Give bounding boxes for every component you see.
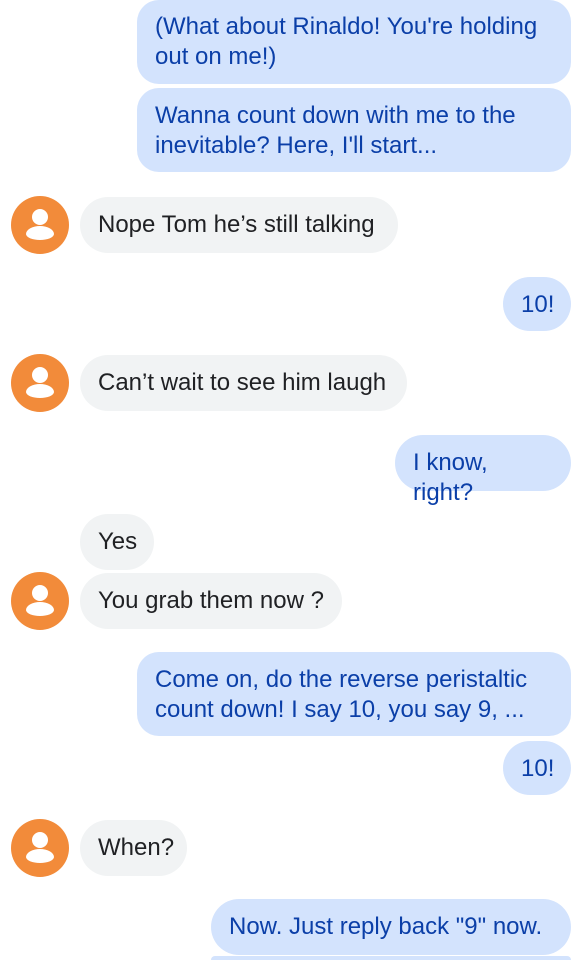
contact-avatar[interactable] — [11, 354, 69, 412]
message-thread: (What about Rinaldo! You're holding out … — [0, 0, 583, 960]
person-icon — [11, 572, 69, 630]
contact-avatar[interactable] — [11, 196, 69, 254]
person-icon — [11, 196, 69, 254]
outgoing-message[interactable]: Now. Just reply back "9" now. — [211, 899, 571, 955]
contact-avatar[interactable] — [11, 819, 69, 877]
incoming-message[interactable]: Can’t wait to see him laugh — [80, 355, 407, 411]
outgoing-message[interactable]: Wanna count down with me to the inevitab… — [137, 88, 571, 172]
person-icon — [11, 819, 69, 877]
incoming-message[interactable]: Yes — [80, 514, 154, 570]
contact-avatar[interactable] — [11, 572, 69, 630]
outgoing-message[interactable]: Come on, do the reverse peristaltic coun… — [137, 652, 571, 736]
outgoing-message[interactable]: 10! — [503, 741, 571, 795]
outgoing-message[interactable]: (What about Rinaldo! You're holding out … — [137, 0, 571, 84]
incoming-message[interactable]: When? — [80, 820, 187, 876]
incoming-message[interactable]: Nope Tom he’s still talking — [80, 197, 398, 253]
outgoing-message[interactable]: I know, right? — [395, 435, 571, 506]
person-icon — [11, 354, 69, 412]
incoming-message[interactable]: You grab them now ? — [80, 573, 342, 629]
outgoing-message[interactable]: 10! — [503, 277, 571, 331]
next-message-edge — [211, 956, 571, 960]
